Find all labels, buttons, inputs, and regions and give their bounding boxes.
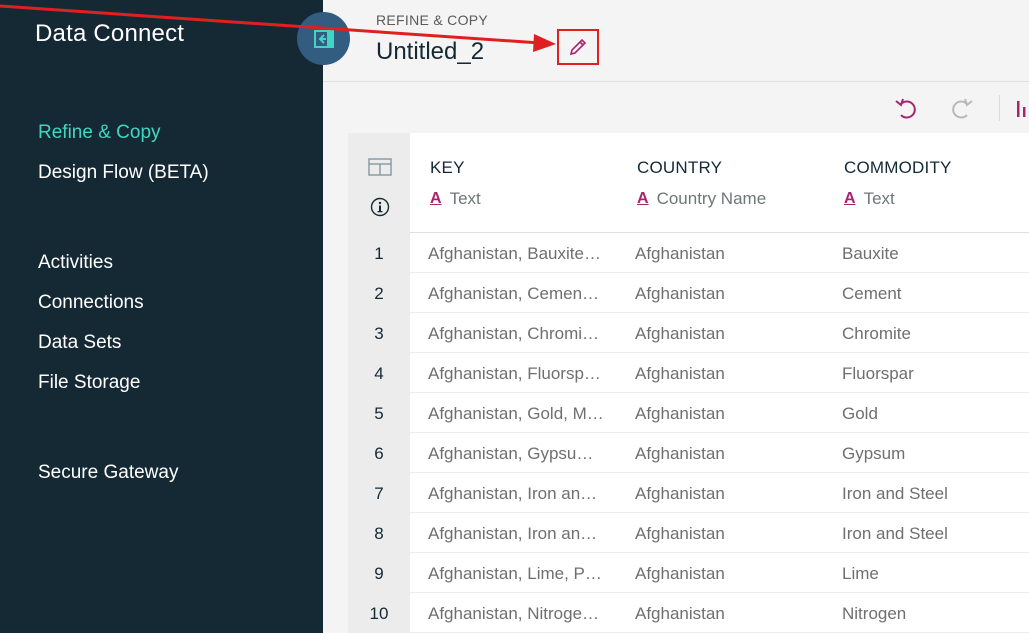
- cell-commodity[interactable]: Lime: [824, 553, 1029, 593]
- redo-icon[interactable]: [949, 95, 975, 121]
- nav-secure-gateway[interactable]: Secure Gateway: [38, 462, 178, 484]
- row-number: 9: [374, 564, 384, 583]
- column-name: COUNTRY: [637, 158, 723, 177]
- cell-key[interactable]: Afghanistan, Cemen…: [410, 273, 617, 313]
- cell-country[interactable]: Afghanistan: [617, 593, 824, 633]
- gutter-header: [348, 133, 410, 233]
- toolbar: [323, 83, 1029, 133]
- undo-icon[interactable]: [893, 95, 919, 121]
- cell-country[interactable]: Afghanistan: [617, 273, 824, 313]
- row-number: 2: [374, 284, 384, 303]
- text-type-icon: A: [844, 190, 856, 207]
- nav-data-sets[interactable]: Data Sets: [38, 332, 121, 354]
- cell-commodity[interactable]: Iron and Steel: [824, 513, 1029, 553]
- collapse-sidebar-icon: [313, 29, 334, 48]
- nav-connections[interactable]: Connections: [38, 292, 144, 314]
- text-type-icon: A: [637, 190, 649, 207]
- cell-commodity[interactable]: Chromite: [824, 313, 1029, 353]
- cell-commodity[interactable]: Iron and Steel: [824, 473, 1029, 513]
- nav-activities[interactable]: Activities: [38, 252, 113, 274]
- row-number: 6: [374, 444, 384, 463]
- page-header: REFINE & COPY Untitled_2: [323, 0, 1029, 82]
- cell-commodity[interactable]: Gold: [824, 393, 1029, 433]
- cell-key[interactable]: Afghanistan, Iron an…: [410, 473, 617, 513]
- cell-key[interactable]: Afghanistan, Gypsu…: [410, 433, 617, 473]
- column-type: A Country Name: [637, 189, 766, 209]
- column-type-label: Country Name: [656, 189, 767, 208]
- cell-country[interactable]: Afghanistan: [617, 353, 824, 393]
- cell-key[interactable]: Afghanistan, Gold, M…: [410, 393, 617, 433]
- column-type: A Text: [430, 189, 481, 209]
- row-number: 3: [374, 324, 384, 343]
- nav-design-flow[interactable]: Design Flow (BETA): [38, 162, 209, 184]
- row-number: 8: [374, 524, 384, 543]
- cell-country[interactable]: Afghanistan: [617, 313, 824, 353]
- page-title: Untitled_2: [376, 38, 485, 65]
- column-type: A Text: [844, 189, 895, 209]
- cell-country[interactable]: Afghanistan: [617, 233, 824, 273]
- column-type-label: Text: [449, 189, 481, 208]
- column-type-label: Text: [863, 189, 895, 208]
- data-table: 1 2 3 4 5 6 7 8 9 10 KEY A Text COUNTRY A Country N…: [348, 133, 1029, 633]
- section-label: REFINE & COPY: [376, 12, 489, 28]
- table-columns: KEY A Text COUNTRY A Country Name COMMODIT…: [410, 133, 1029, 633]
- app-title: Data Connect: [35, 20, 185, 47]
- row-number: 5: [374, 404, 384, 423]
- cell-key[interactable]: Afghanistan, Fluorsp…: [410, 353, 617, 393]
- row-number: 7: [374, 484, 384, 503]
- cell-key[interactable]: Afghanistan, Bauxite…: [410, 233, 617, 273]
- cell-country[interactable]: Afghanistan: [617, 473, 824, 513]
- column-header-commodity[interactable]: COMMODITY A Text: [824, 133, 1029, 233]
- cell-commodity[interactable]: Gypsum: [824, 433, 1029, 473]
- column-name: KEY: [430, 158, 465, 177]
- column-header-key[interactable]: KEY A Text: [410, 133, 617, 233]
- sidebar: Data Connect Refine & Copy Design Flow (…: [0, 0, 323, 633]
- pencil-icon: [569, 38, 587, 56]
- cell-key[interactable]: Afghanistan, Chromi…: [410, 313, 617, 353]
- cell-country[interactable]: Afghanistan: [617, 513, 824, 553]
- nav-refine-copy[interactable]: Refine & Copy: [38, 122, 161, 144]
- toolbar-divider: [999, 95, 1000, 121]
- cell-country[interactable]: Afghanistan: [617, 553, 824, 593]
- column-header-country[interactable]: COUNTRY A Country Name: [617, 133, 824, 233]
- nav-file-storage[interactable]: File Storage: [38, 372, 140, 394]
- cell-commodity[interactable]: Nitrogen: [824, 593, 1029, 633]
- bar-chart-icon[interactable]: [1013, 95, 1029, 121]
- table-grid-icon[interactable]: [368, 158, 392, 176]
- row-number: 1: [374, 244, 384, 263]
- edit-title-button[interactable]: [557, 29, 599, 65]
- info-icon[interactable]: [370, 197, 390, 217]
- collapse-sidebar-button[interactable]: [297, 12, 350, 65]
- cell-key[interactable]: Afghanistan, Iron an…: [410, 513, 617, 553]
- cell-country[interactable]: Afghanistan: [617, 393, 824, 433]
- column-name: COMMODITY: [844, 158, 952, 177]
- cell-key[interactable]: Afghanistan, Nitroge…: [410, 593, 617, 633]
- cell-country[interactable]: Afghanistan: [617, 433, 824, 473]
- row-number: 10: [369, 604, 389, 623]
- cell-commodity[interactable]: Cement: [824, 273, 1029, 313]
- text-type-icon: A: [430, 190, 442, 207]
- cell-commodity[interactable]: Bauxite: [824, 233, 1029, 273]
- row-gutter: 1 2 3 4 5 6 7 8 9 10: [348, 133, 410, 633]
- cell-key[interactable]: Afghanistan, Lime, P…: [410, 553, 617, 593]
- row-number: 4: [374, 364, 384, 383]
- cell-commodity[interactable]: Fluorspar: [824, 353, 1029, 393]
